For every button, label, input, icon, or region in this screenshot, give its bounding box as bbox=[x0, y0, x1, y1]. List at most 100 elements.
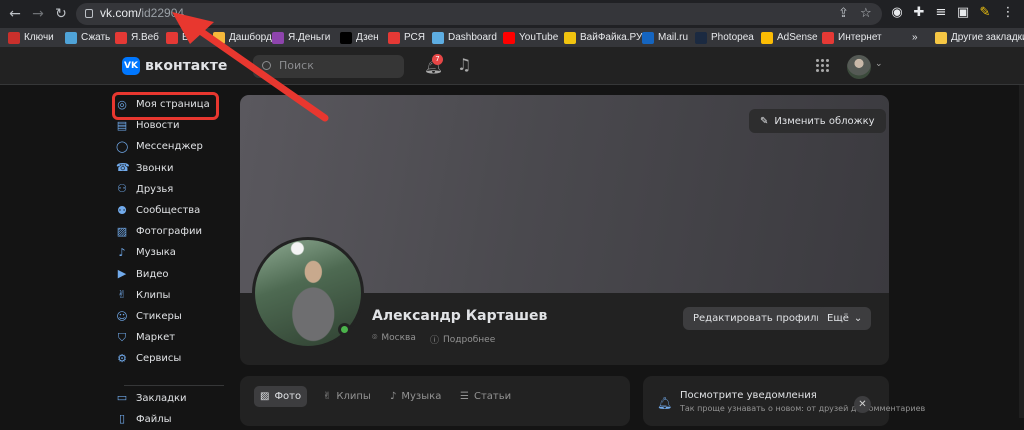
content-tab-label: Клипы bbox=[336, 391, 371, 402]
bookmark-label: Mail.ru bbox=[658, 32, 689, 43]
search-icon bbox=[262, 61, 271, 70]
edit-cover-button[interactable]: ✎ Изменить обложку bbox=[749, 109, 886, 133]
bookmark-favicon-icon bbox=[432, 31, 444, 44]
chevron-down-icon: ⌄ bbox=[853, 313, 863, 324]
bookmark-item[interactable]: РСЯ bbox=[388, 30, 425, 45]
sidebar-item[interactable]: ✌ Клипы bbox=[116, 285, 170, 306]
notification-prompt-card: 🔔︎ Посмотрите уведомления Так проще узна… bbox=[643, 376, 925, 426]
bookmark-item[interactable]: Я.Деньги bbox=[272, 30, 330, 45]
user-avatar-menu[interactable] bbox=[847, 55, 871, 79]
edit-profile-button[interactable]: Редактировать профиль bbox=[683, 307, 833, 330]
bookmark-icon: ▭ bbox=[116, 391, 128, 405]
profile-details-link[interactable]: ⓘ Подробнее bbox=[430, 333, 496, 347]
bookmark-favicon-icon bbox=[642, 31, 654, 44]
video-icon: ▶ bbox=[117, 267, 127, 281]
sidebar-item[interactable]: ⛉ Маркет bbox=[116, 327, 175, 348]
sidebar-item-label: Сообщества bbox=[136, 205, 201, 216]
bookmark-favicon-icon bbox=[272, 31, 284, 44]
page-scrollbar[interactable] bbox=[1019, 85, 1024, 418]
sidebar-item-label: Мессенджер bbox=[136, 141, 203, 153]
bookmark-item[interactable]: Photopea bbox=[695, 30, 754, 45]
news-icon: ▤ bbox=[116, 118, 128, 132]
sidebar-item[interactable]: ◯ Мессенджер bbox=[116, 136, 203, 157]
forward-icon[interactable]: → bbox=[29, 5, 47, 23]
bookmark-label: В bbox=[182, 32, 189, 43]
bookmark-item[interactable]: AdSense bbox=[761, 30, 818, 45]
content-tab[interactable]: ☰ Статьи bbox=[454, 386, 517, 407]
star-icon[interactable]: ☆ bbox=[860, 6, 872, 21]
sidebar-item[interactable]: ⚙ Сервисы bbox=[116, 348, 181, 369]
back-icon[interactable]: ← bbox=[6, 5, 24, 23]
sidebar-item[interactable]: ▶ Видео bbox=[116, 264, 169, 285]
bookmark-label: Дашборд bbox=[229, 32, 272, 43]
bookmark-label: Ключи bbox=[24, 32, 54, 43]
menu-icon[interactable]: ⋮ bbox=[999, 4, 1017, 22]
services-icon: ⚙ bbox=[117, 351, 127, 365]
profile-header-card: ✎ Изменить обложку Александр Карташев ⌾ … bbox=[240, 95, 889, 365]
music-icon: ♪ bbox=[390, 391, 397, 402]
notification-subtitle: Так проще узнавать о новом: от друзей до… bbox=[680, 404, 926, 413]
bookmark-item[interactable]: Dashboard bbox=[432, 30, 497, 45]
music-player-icon[interactable]: ♫ bbox=[457, 55, 471, 74]
bookmark-item[interactable]: ВайФайка.РУ bbox=[564, 30, 642, 45]
bookmark-favicon-icon bbox=[8, 31, 20, 44]
bookmark-label: Photopea bbox=[711, 32, 754, 43]
bookmarks-overflow-button[interactable]: » bbox=[912, 30, 918, 45]
sidebar-item[interactable]: ☎ Звонки bbox=[116, 158, 174, 179]
bookmark-item[interactable]: YouTube bbox=[503, 30, 558, 45]
reload-icon[interactable]: ↻ bbox=[52, 5, 70, 23]
vk-logo-text: вконтакте bbox=[145, 58, 228, 74]
bookmarks-bar: Ключи Сжать Я.Веб В Дашборд Я.Деньги Дзен РСЯ Da… bbox=[0, 28, 1024, 47]
communities-icon: ⚉ bbox=[117, 203, 127, 217]
details-label: Подробнее bbox=[443, 334, 496, 345]
music-icon: ♪ bbox=[118, 245, 126, 259]
sidebar-divider bbox=[124, 385, 224, 386]
pencil-extension-icon[interactable]: ✎ bbox=[976, 4, 994, 22]
bookmark-item[interactable]: Ключи bbox=[8, 30, 54, 45]
share-icon[interactable]: ⇪ bbox=[838, 6, 849, 21]
bookmark-item[interactable]: Я.Веб bbox=[115, 30, 159, 45]
content-tab-label: Фото bbox=[274, 391, 302, 402]
bookmark-item[interactable]: В bbox=[166, 30, 189, 45]
content-tab[interactable]: ♪ Музыка bbox=[384, 386, 447, 407]
sidebar-item[interactable]: ⚇ Друзья bbox=[116, 179, 173, 200]
sidebar-item[interactable]: ☺ Стикеры bbox=[116, 306, 181, 327]
close-icon[interactable]: ✕ bbox=[854, 396, 871, 413]
url-text: vk.com/id22904 bbox=[100, 6, 185, 20]
extension-icon[interactable]: ◉ bbox=[888, 4, 906, 22]
sidebar-item[interactable]: ♪ Музыка bbox=[116, 242, 175, 263]
puzzle-icon[interactable]: ✚ bbox=[910, 4, 928, 22]
more-button[interactable]: Ещё ⌄ bbox=[818, 307, 872, 330]
address-bar[interactable]: vk.com/id22904 ⇪ ☆ bbox=[76, 3, 882, 25]
photo-icon: ▨ bbox=[116, 224, 128, 238]
bookmark-favicon-icon bbox=[761, 31, 773, 44]
bookmark-item[interactable]: Сжать bbox=[65, 30, 110, 45]
sidebar-item[interactable]: ▭ Закладки bbox=[116, 388, 187, 409]
other-bookmarks[interactable]: Другие закладки bbox=[935, 30, 1024, 45]
chevron-down-icon[interactable]: ⌄ bbox=[875, 59, 883, 69]
search-input[interactable]: Поиск bbox=[253, 55, 404, 78]
bookmark-item[interactable]: Интернет bbox=[822, 30, 882, 45]
sidebar-item[interactable]: ⚉ Сообщества bbox=[116, 200, 200, 221]
bookmark-item[interactable]: Дзен bbox=[340, 30, 379, 45]
bookmark-label: Дзен bbox=[356, 32, 379, 43]
bookmark-favicon-icon bbox=[822, 31, 834, 44]
more-label: Ещё bbox=[827, 313, 849, 324]
friends-icon: ⚇ bbox=[117, 182, 127, 196]
vk-logo[interactable]: VK вконтакте bbox=[122, 57, 227, 75]
sidebar-item[interactable]: ▯ Файлы bbox=[116, 409, 172, 430]
bookmark-favicon-icon bbox=[65, 31, 77, 44]
sidepanel-icon[interactable]: ▣ bbox=[954, 4, 972, 22]
bookmark-label: ВайФайка.РУ bbox=[580, 32, 643, 43]
content-tab[interactable]: ▨ Фото bbox=[254, 386, 308, 407]
bookmark-item[interactable]: Mail.ru bbox=[642, 30, 688, 45]
file-icon: ▯ bbox=[118, 412, 126, 426]
bookmark-favicon-icon bbox=[166, 31, 178, 44]
annotation-highlight-box bbox=[112, 92, 219, 120]
sidebar-item-label: Звонки bbox=[136, 162, 174, 174]
bookmark-item[interactable]: Дашборд bbox=[213, 30, 272, 45]
apps-grid-icon[interactable] bbox=[816, 59, 830, 73]
content-tab[interactable]: ✌ Клипы bbox=[317, 386, 377, 407]
sidebar-item[interactable]: ▨ Фотографии bbox=[116, 221, 202, 242]
media-icon[interactable]: ≡ bbox=[932, 4, 950, 22]
